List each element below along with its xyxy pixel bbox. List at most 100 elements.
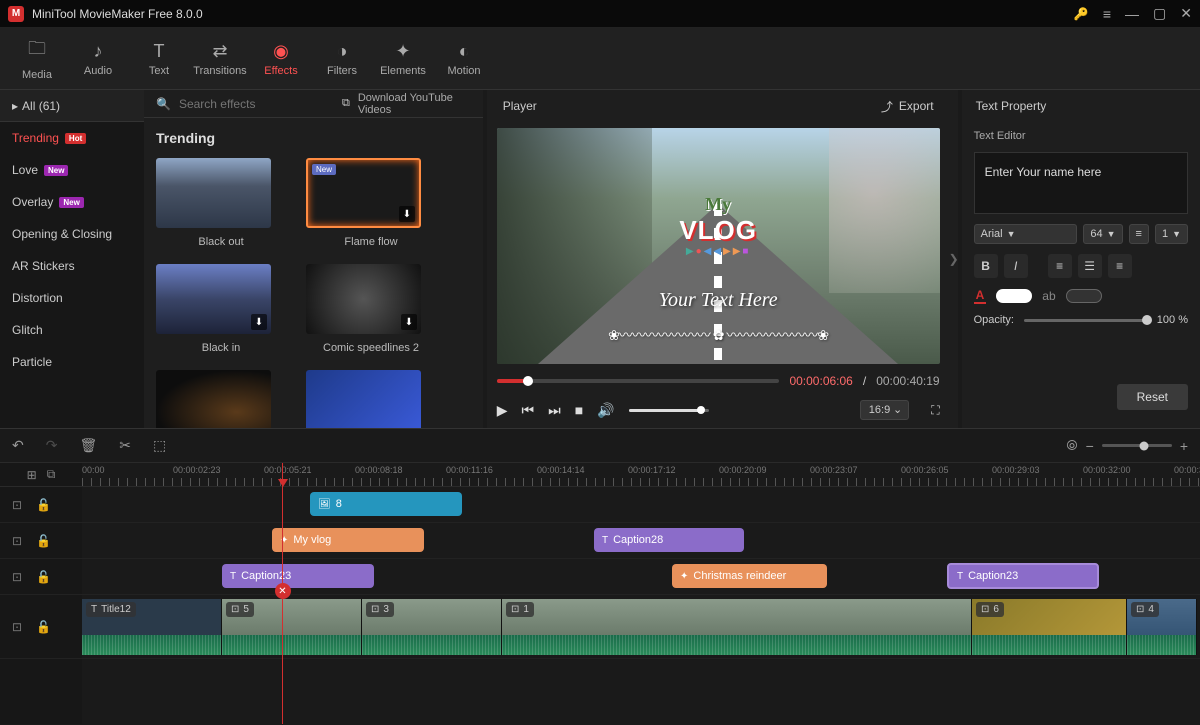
delete-button[interactable]: 🗑 — [79, 437, 97, 454]
font-size-select[interactable]: 64▼ — [1083, 224, 1122, 244]
font-select[interactable]: Arial▼ — [974, 224, 1078, 244]
star-icon: ✦ — [680, 571, 688, 582]
close-button[interactable]: ✕ — [1180, 5, 1192, 22]
play-button[interactable]: ▶ — [497, 402, 508, 419]
search-input[interactable] — [179, 97, 334, 111]
copy-track-icon[interactable]: ⧉ — [47, 467, 56, 482]
track-lock-icon[interactable]: 🔓 — [36, 570, 51, 584]
video-clip[interactable]: ⊡4 — [1127, 599, 1197, 655]
category-ar-stickers[interactable]: AR Stickers — [0, 250, 144, 282]
color-swatch-white[interactable] — [996, 289, 1032, 303]
clip-caption23[interactable]: TCaption23 — [222, 564, 374, 588]
color-swatch-bg[interactable] — [1066, 289, 1102, 303]
track-video-icon[interactable]: ⊡ — [12, 620, 22, 634]
ab-label: ab — [1042, 289, 1055, 303]
ruler-tick: 00:00:05:21 — [264, 465, 312, 475]
align-center-button[interactable]: ☰ — [1078, 254, 1102, 278]
track-lock-icon[interactable]: 🔓 — [36, 620, 51, 634]
track-lock-icon[interactable]: 🔓 — [36, 498, 51, 512]
download-icon[interactable]: ⬇ — [399, 206, 415, 222]
effect-comic-speedlines[interactable]: ⬇ Comic speedlines 2 — [306, 264, 436, 354]
category-all[interactable]: ▸ All (61) — [0, 90, 144, 122]
tool-elements[interactable]: ✦Elements — [374, 31, 432, 87]
category-trending[interactable]: TrendingHot — [0, 122, 144, 154]
stop-button[interactable]: ■ — [575, 402, 583, 418]
effect-item[interactable] — [306, 370, 436, 428]
line-spacing-button[interactable]: ≡ — [1129, 224, 1149, 244]
video-preview[interactable]: My VLOG ▶●◀◀▶▶■ Your Text Here ❀〰〰〰〰〰〰〰 … — [497, 128, 940, 364]
italic-button[interactable]: I — [1004, 254, 1028, 278]
video-clip[interactable]: ⊡3 — [362, 599, 502, 655]
zoom-slider[interactable] — [1102, 444, 1172, 447]
category-distortion[interactable]: Distortion — [0, 282, 144, 314]
tool-motion[interactable]: ◐Motion — [435, 31, 493, 87]
effect-flame-flow[interactable]: New⬇ Flame flow — [306, 158, 436, 248]
video-clip[interactable]: ⊡6 — [972, 599, 1127, 655]
bold-button[interactable]: B — [974, 254, 998, 278]
zoom-out-button[interactable]: − — [1086, 438, 1094, 454]
track-video-icon[interactable]: ⊡ — [12, 498, 22, 512]
track-video-icon[interactable]: ⊡ — [12, 570, 22, 584]
clip-caption28[interactable]: TCaption28 — [594, 528, 744, 552]
download-youtube-link[interactable]: Download YouTube Videos — [358, 92, 471, 116]
minimize-button[interactable]: — — [1125, 6, 1139, 22]
tool-transitions[interactable]: ⇄Transitions — [191, 31, 249, 87]
effect-black-out[interactable]: Black out — [156, 158, 286, 248]
text-input[interactable] — [974, 152, 1188, 214]
reset-button[interactable]: Reset — [1117, 384, 1188, 410]
tool-filters[interactable]: ◑Filters — [313, 31, 371, 87]
align-left-button[interactable]: ≡ — [1048, 254, 1072, 278]
line-value-select[interactable]: 1▼ — [1155, 224, 1188, 244]
tool-audio[interactable]: ♪Audio — [69, 31, 127, 87]
fullscreen-button[interactable]: ⛶ — [931, 403, 939, 418]
export-button[interactable]: ⤴ Export — [881, 98, 934, 115]
tool-effects[interactable]: ◉Effects — [252, 31, 310, 87]
download-icon[interactable]: ⬇ — [401, 314, 417, 330]
zoom-in-button[interactable]: + — [1180, 438, 1188, 454]
app-logo: M — [8, 6, 24, 22]
split-button[interactable]: ✂ — [119, 437, 131, 454]
fit-timeline-icon[interactable]: ⦾ — [1066, 437, 1077, 454]
effect-item[interactable] — [156, 370, 286, 428]
prev-frame-button[interactable]: ⏮ — [522, 402, 535, 419]
volume-slider[interactable] — [629, 409, 709, 412]
volume-icon[interactable]: 🔊 — [597, 402, 614, 419]
category-love[interactable]: LoveNew — [0, 154, 144, 186]
add-track-icon[interactable]: ⊞ — [27, 468, 37, 482]
category-overlay[interactable]: OverlayNew — [0, 186, 144, 218]
track-video-icon[interactable]: ⊡ — [12, 534, 22, 548]
opacity-slider[interactable] — [1024, 319, 1147, 322]
premium-key-icon[interactable]: 🔑 — [1074, 7, 1089, 21]
clip-image[interactable]: 🖼8 — [310, 492, 462, 516]
video-clip-title[interactable]: TTitle12 — [82, 599, 222, 655]
tool-media[interactable]: 🗀Media — [8, 31, 66, 87]
aspect-ratio-select[interactable]: 16:9 — [860, 400, 909, 420]
text-panel-title: Text Property — [962, 90, 1200, 122]
text-color-button[interactable]: A — [974, 288, 987, 304]
category-particle[interactable]: Particle — [0, 346, 144, 378]
clip-caption23-selected[interactable]: TCaption23 — [947, 563, 1099, 589]
video-clip[interactable]: ⊡1 — [502, 599, 972, 655]
progress-bar[interactable] — [497, 379, 780, 383]
panel-expand-handle[interactable]: ❯ — [950, 90, 958, 428]
effect-black-in[interactable]: ⬇ Black in — [156, 264, 286, 354]
track-lock-icon[interactable]: 🔓 — [36, 534, 51, 548]
crop-button[interactable]: ⬚ — [153, 437, 166, 454]
menu-icon[interactable]: ≡ — [1103, 6, 1111, 22]
category-glitch[interactable]: Glitch — [0, 314, 144, 346]
tool-text[interactable]: TText — [130, 31, 188, 87]
download-icon[interactable]: ⬇ — [251, 314, 267, 330]
video-clip[interactable]: ⊡5 — [222, 599, 362, 655]
next-frame-button[interactable]: ⏭ — [548, 402, 561, 419]
clip-christmas-reindeer[interactable]: ✦Christmas reindeer — [672, 564, 827, 588]
playhead[interactable]: ✕ — [282, 463, 283, 724]
film-icon: ⊡ — [231, 604, 239, 615]
film-icon: ⊡ — [981, 604, 989, 615]
redo-button[interactable]: ↷ — [46, 437, 58, 454]
undo-button[interactable]: ↶ — [12, 437, 24, 454]
category-opening-&-closing[interactable]: Opening & Closing — [0, 218, 144, 250]
clip-text-myvlog[interactable]: ✦My vlog — [272, 528, 424, 552]
align-right-button[interactable]: ≡ — [1108, 254, 1132, 278]
maximize-button[interactable]: ▢ — [1153, 5, 1166, 22]
playhead-delete-icon[interactable]: ✕ — [275, 583, 291, 599]
